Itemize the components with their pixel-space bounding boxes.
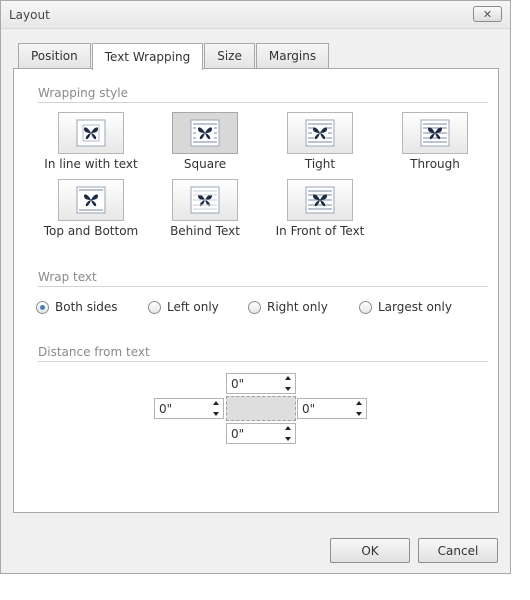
arrow-up-icon[interactable] (284, 426, 291, 430)
radio-label: Largest only (378, 300, 452, 314)
text-wrapping-panel: Wrapping style In line with text Square … (13, 68, 499, 513)
distance-bottom-input[interactable]: 0" (226, 423, 296, 444)
wrap-square-button[interactable] (172, 112, 238, 154)
wrap-option-label: Square (183, 157, 227, 171)
tab-label: Position (31, 49, 78, 63)
section-divider (38, 286, 488, 287)
arrow-down-icon[interactable] (284, 437, 291, 441)
radio-button[interactable] (359, 300, 372, 314)
wrap-option-tight[interactable]: Tight (260, 112, 380, 171)
arrow-up-icon[interactable] (284, 376, 291, 380)
ok-button[interactable]: OK (330, 538, 410, 563)
wrap-through-icon (420, 119, 450, 147)
distance-top-value: 0" (231, 376, 245, 391)
wrap-behind-button[interactable] (172, 179, 238, 221)
distance-bottom-value: 0" (231, 426, 245, 441)
wrap-option-front[interactable]: In Front of Text (260, 179, 380, 238)
tab-bar: Position Text Wrapping Size Margins (18, 43, 330, 70)
wrap-front-button[interactable] (287, 179, 353, 221)
title-bar: Layout ✕ (1, 1, 510, 29)
tab-size[interactable]: Size (204, 43, 255, 68)
wrap-option-label: In line with text (44, 157, 138, 171)
tab-label: Text Wrapping (104, 50, 191, 64)
spinner-arrows[interactable] (283, 376, 292, 391)
wrap-option-label: Through (410, 157, 460, 171)
wrap-behind-icon (190, 186, 220, 214)
wrap-front-icon (305, 186, 335, 214)
wrap-square-icon (190, 119, 220, 147)
tab-text-wrapping[interactable]: Text Wrapping (91, 43, 204, 70)
section-divider (38, 102, 488, 103)
wrap-option-through[interactable]: Through (375, 112, 495, 171)
tab-position[interactable]: Position (18, 43, 91, 68)
radio-label: Both sides (55, 300, 118, 314)
close-button[interactable]: ✕ (473, 6, 502, 22)
distance-top-input[interactable]: 0" (226, 373, 296, 394)
arrow-up-icon[interactable] (212, 401, 219, 405)
ok-label: OK (361, 543, 379, 558)
wrap-option-label: Tight (304, 157, 336, 171)
wrap-tight-icon (305, 119, 335, 147)
arrow-down-icon[interactable] (284, 387, 291, 391)
arrow-down-icon[interactable] (355, 412, 362, 416)
tab-label: Size (217, 49, 242, 63)
radio-button[interactable] (148, 300, 161, 314)
distance-preview-box (226, 396, 296, 421)
radio-left-only[interactable]: Left only (148, 300, 219, 314)
spinner-arrows[interactable] (354, 401, 363, 416)
distance-left-input[interactable]: 0" (154, 398, 224, 419)
cancel-button[interactable]: Cancel (418, 538, 498, 563)
radio-label: Right only (267, 300, 328, 314)
spinner-arrows[interactable] (283, 426, 292, 441)
wrap-option-square[interactable]: Square (145, 112, 265, 171)
close-icon: ✕ (482, 7, 493, 21)
distance-left-value: 0" (159, 401, 173, 416)
wrap-top-bottom-button[interactable] (58, 179, 124, 221)
wrap-option-inline[interactable]: In line with text (31, 112, 151, 171)
radio-button-checked[interactable] (36, 300, 49, 314)
cancel-label: Cancel (437, 543, 479, 558)
arrow-down-icon[interactable] (212, 412, 219, 416)
radio-right-only[interactable]: Right only (248, 300, 328, 314)
radio-largest-only[interactable]: Largest only (359, 300, 452, 314)
wrap-tight-button[interactable] (287, 112, 353, 154)
wrap-option-label: In Front of Text (275, 224, 365, 238)
wrap-option-top-bottom[interactable]: Top and Bottom (31, 179, 151, 238)
radio-label: Left only (167, 300, 219, 314)
wrap-option-label: Top and Bottom (43, 224, 139, 238)
tab-label: Margins (268, 49, 317, 63)
radio-both-sides[interactable]: Both sides (36, 300, 118, 314)
radio-button[interactable] (248, 300, 261, 314)
tab-margins[interactable]: Margins (255, 43, 330, 68)
wrap-top-bottom-icon (76, 186, 106, 214)
distance-right-input[interactable]: 0" (297, 398, 367, 419)
wrap-option-behind[interactable]: Behind Text (145, 179, 265, 238)
section-divider (38, 361, 488, 362)
distance-right-value: 0" (302, 401, 316, 416)
wrap-option-label: Behind Text (170, 224, 240, 238)
wrap-through-button[interactable] (402, 112, 468, 154)
distance-heading: Distance from text (38, 345, 150, 359)
arrow-up-icon[interactable] (355, 401, 362, 405)
wrap-inline-icon (76, 119, 106, 147)
layout-dialog: Layout ✕ Position Text Wrapping Size Mar… (0, 0, 511, 574)
wrap-text-heading: Wrap text (38, 270, 97, 284)
dialog-title: Layout (9, 8, 50, 22)
wrap-inline-button[interactable] (58, 112, 124, 154)
spinner-arrows[interactable] (211, 401, 220, 416)
wrapping-style-heading: Wrapping style (38, 86, 128, 100)
